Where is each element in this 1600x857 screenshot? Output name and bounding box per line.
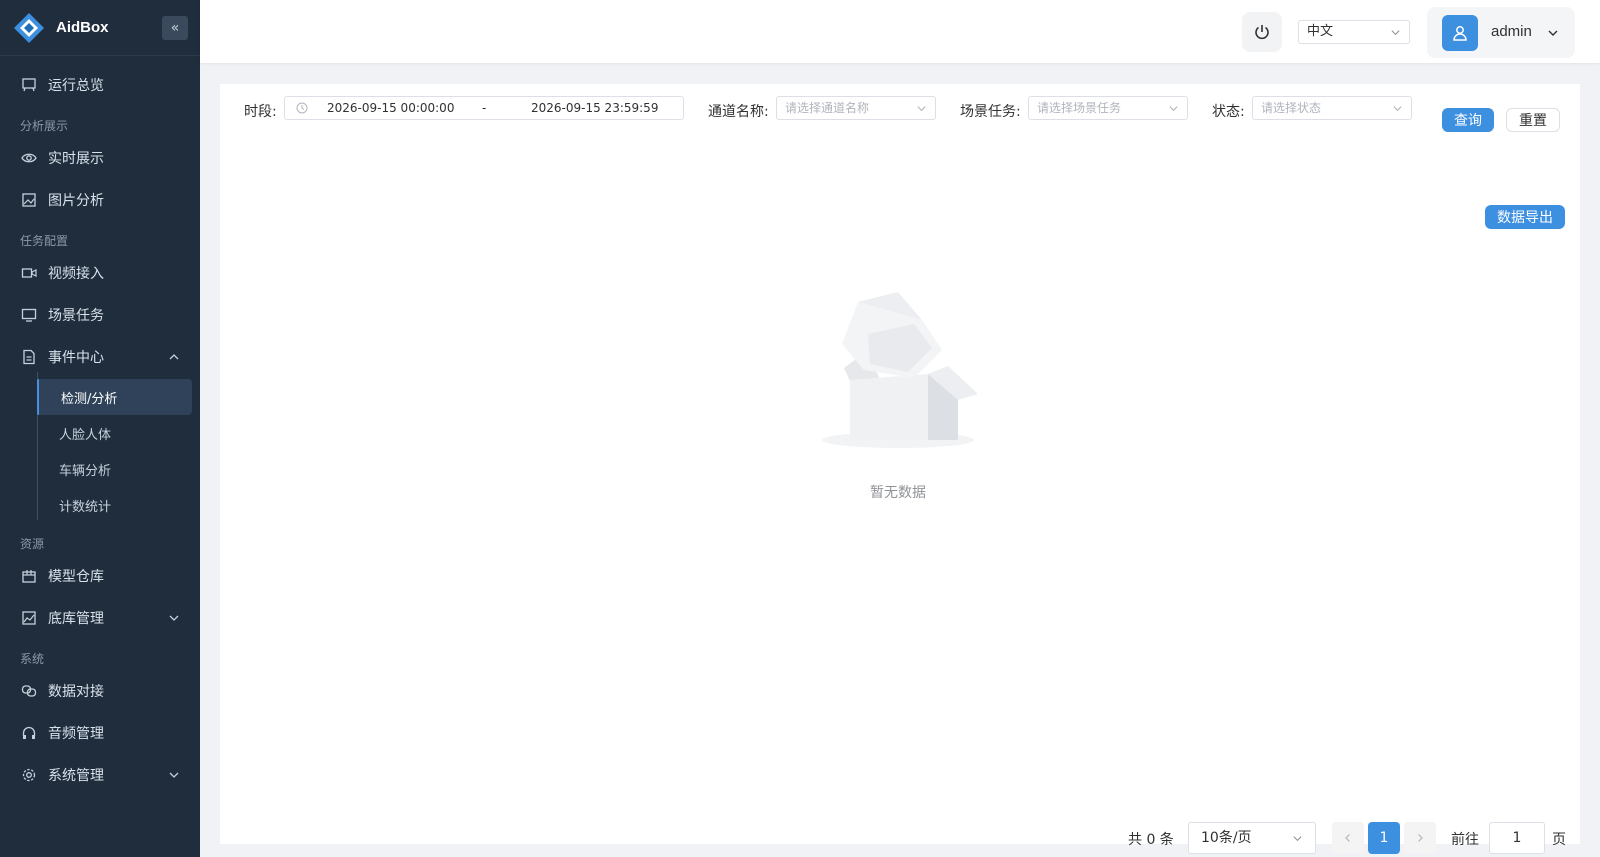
flag-icon: [20, 76, 38, 94]
nav-item-realtime[interactable]: 实时展示: [0, 138, 200, 178]
export-data-button[interactable]: 数据导出: [1485, 205, 1565, 229]
nav-item-model-repo[interactable]: 模型仓库: [0, 556, 200, 596]
document-icon: [20, 348, 38, 366]
content-panel: [220, 84, 1580, 844]
nav-item-video-input[interactable]: 视频接入: [0, 253, 200, 293]
sub-item-count-stats[interactable]: 计数统计: [37, 487, 192, 523]
chevron-down-icon: [1293, 836, 1302, 842]
nav-label: 图片分析: [48, 193, 104, 209]
chevron-left-icon: [1345, 834, 1350, 842]
chevron-down-icon: [169, 615, 179, 621]
gear-icon: [20, 766, 38, 784]
nav-label: 音频管理: [48, 726, 104, 742]
chevron-up-icon: [169, 354, 179, 360]
section-label-system: 系统: [20, 652, 45, 666]
image-icon: [20, 191, 38, 209]
nav-label: 系统管理: [48, 768, 104, 784]
eye-icon: [20, 149, 38, 167]
brand-name: AidBox: [56, 19, 109, 36]
power-icon: [1255, 25, 1269, 40]
video-icon: [20, 264, 38, 282]
nav-item-data-integration[interactable]: 数据对接: [0, 671, 200, 711]
nav-label: 场景任务: [48, 308, 104, 324]
nav-item-overview[interactable]: 运行总览: [0, 65, 200, 105]
chevron-down-icon: [1169, 106, 1178, 112]
scene-select[interactable]: 请选择场景任务: [1028, 96, 1188, 120]
user-menu[interactable]: admin: [1427, 7, 1575, 58]
date-separator: -: [482, 101, 487, 115]
nav-item-event-center[interactable]: 事件中心: [0, 337, 200, 377]
chevron-right-icon: [1418, 834, 1423, 842]
section-label-analysis: 分析展示: [20, 119, 69, 133]
chevron-down-icon: [917, 106, 926, 112]
link-icon: [20, 682, 38, 700]
logout-button[interactable]: [1242, 12, 1282, 52]
clock-icon: [296, 102, 308, 114]
prev-page-button[interactable]: [1332, 822, 1364, 854]
chevron-down-icon: [1391, 30, 1400, 36]
goto-label: 前往: [1451, 832, 1479, 848]
sub-item-vehicle-analysis[interactable]: 车辆分析: [37, 451, 192, 487]
section-label-task: 任务配置: [20, 234, 69, 248]
chevron-down-icon: [1548, 30, 1558, 36]
sub-item-detection-analysis[interactable]: 检测/分析: [37, 379, 192, 415]
section-label-resource: 资源: [20, 537, 45, 551]
empty-box-icon: [822, 292, 978, 448]
date-start[interactable]: 2026-09-15 00:00:00: [327, 97, 454, 119]
nav-label: 数据对接: [48, 684, 104, 700]
chevron-down-icon: [1393, 106, 1402, 112]
scene-label: 场景任务:: [960, 104, 1021, 120]
date-end[interactable]: 2026-09-15 23:59:59: [531, 97, 658, 119]
headphones-icon: [20, 724, 38, 742]
nav-item-audio-management[interactable]: 音频管理: [0, 713, 200, 753]
reset-button[interactable]: 重置: [1506, 108, 1560, 132]
date-range-picker[interactable]: 2026-09-15 00:00:00 - 2026-09-15 23:59:5…: [284, 96, 684, 120]
chevron-down-icon: [169, 772, 179, 778]
aidbox-logo-icon: [12, 10, 46, 45]
collapse-sidebar-button[interactable]: «: [162, 16, 188, 40]
language-select[interactable]: 中文: [1298, 20, 1410, 44]
nav-label: 事件中心: [48, 350, 104, 366]
nav-item-image-analysis[interactable]: 图片分析: [0, 180, 200, 220]
nav-label: 实时展示: [48, 151, 104, 167]
page-size-select[interactable]: 10条/页: [1188, 822, 1316, 854]
double-chevron-left-icon: «: [170, 20, 180, 36]
user-name: admin: [1491, 23, 1532, 40]
nav-item-scene-task[interactable]: 场景任务: [0, 295, 200, 335]
goto-page-input[interactable]: 1: [1489, 822, 1545, 854]
period-label: 时段:: [244, 104, 277, 120]
status-label: 状态:: [1212, 104, 1245, 120]
nav-label: 视频接入: [48, 266, 104, 282]
package-icon: [20, 567, 38, 585]
monitor-icon: [20, 306, 38, 324]
channel-select[interactable]: 请选择通道名称: [776, 96, 936, 120]
empty-state-text: 暂无数据: [870, 485, 926, 501]
query-button[interactable]: 查询: [1442, 108, 1494, 132]
user-icon: [1453, 26, 1467, 41]
status-select[interactable]: 请选择状态: [1252, 96, 1412, 120]
page-number-current[interactable]: 1: [1368, 822, 1400, 854]
nav-item-system-management[interactable]: 系统管理: [0, 755, 200, 795]
sidebar: AidBox « 运行总览 分析展示 实时展示 图片分析 任务配置 视频接入 场…: [0, 0, 200, 857]
nav-label: 模型仓库: [48, 569, 104, 585]
next-page-button[interactable]: [1404, 822, 1436, 854]
nav-item-base-library[interactable]: 底库管理: [0, 598, 200, 638]
nav-label: 底库管理: [48, 611, 104, 627]
nav-label: 运行总览: [48, 78, 104, 94]
picture-icon: [20, 609, 38, 627]
channel-label: 通道名称:: [708, 104, 769, 120]
avatar: [1442, 15, 1478, 51]
sub-item-face-body[interactable]: 人脸人体: [37, 415, 192, 451]
total-count: 共 0 条: [1128, 832, 1174, 848]
page-unit-label: 页: [1552, 832, 1566, 848]
